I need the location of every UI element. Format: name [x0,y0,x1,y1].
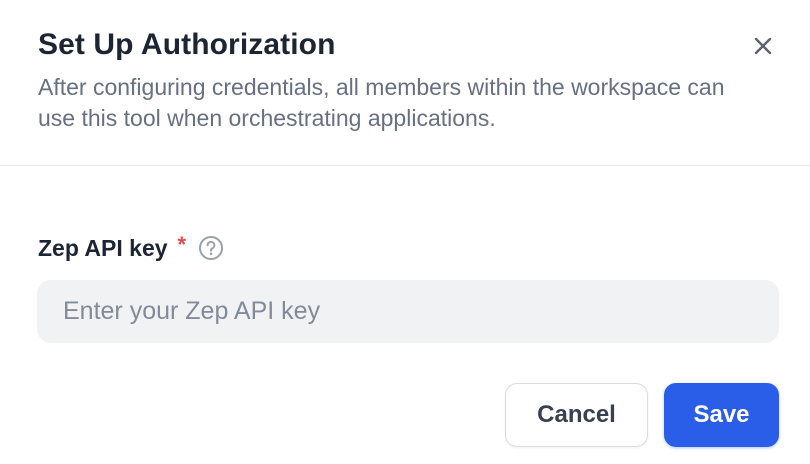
api-key-input[interactable] [37,280,779,343]
dialog-header: Set Up Authorization After configuring c… [0,0,810,166]
cancel-button[interactable]: Cancel [505,383,648,447]
close-icon [754,37,772,55]
question-circle-icon[interactable] [198,235,224,261]
close-button[interactable] [748,31,778,61]
save-button[interactable]: Save [664,383,779,447]
required-asterisk: * [177,232,187,257]
api-key-label: Zep API key [38,234,168,261]
dialog-subtitle: After configuring credentials, all membe… [38,74,725,131]
authorization-dialog: Set Up Authorization After configuring c… [0,0,810,464]
api-key-label-row: Zep API key * [38,232,224,264]
dialog-title: Set Up Authorization [38,28,336,61]
